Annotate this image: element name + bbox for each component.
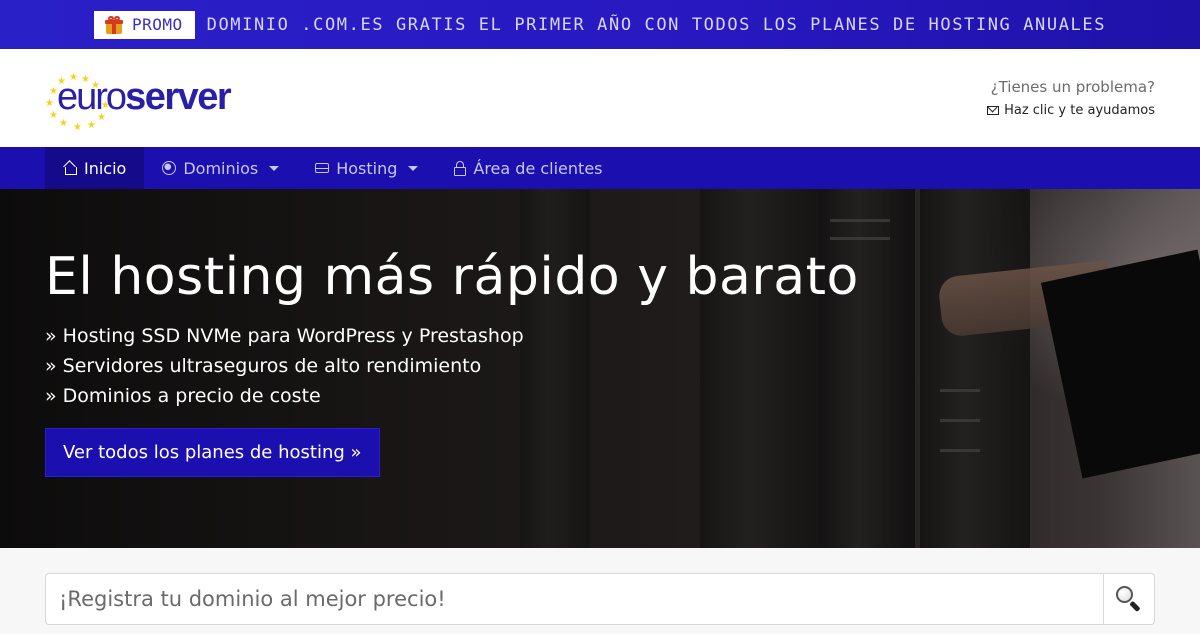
- caret-down-icon: [408, 165, 419, 171]
- logo-text-bold: server: [125, 76, 232, 118]
- hero-content: El hosting más rápido y barato » Hosting…: [45, 247, 859, 477]
- site-header: ★ ★ ★ ★ ★ ★ ★ ★ ★ ★ ★ ★ euroserver ¿Tien…: [0, 49, 1200, 147]
- caret-down-icon: [269, 165, 280, 171]
- nav-item-label: Dominios: [183, 158, 259, 178]
- hero-feature: » Hosting SSD NVMe para WordPress y Pres…: [45, 325, 524, 347]
- hero-feature: » Dominios a precio de coste: [45, 385, 321, 407]
- promo-bar[interactable]: PROMO DOMINIO .COM.ES GRATIS EL PRIMER A…: [0, 0, 1200, 49]
- domain-search-button[interactable]: [1103, 574, 1154, 624]
- domain-search-input[interactable]: [46, 574, 1103, 624]
- nav-item-inicio[interactable]: Inicio: [45, 147, 145, 189]
- hero-feature-list: » Hosting SSD NVMe para WordPress y Pres…: [45, 321, 859, 411]
- search-icon: [1116, 586, 1142, 613]
- help-title: ¿Tienes un problema?: [990, 77, 1155, 96]
- promo-badge: PROMO: [93, 10, 195, 39]
- promo-badge-label: PROMO: [131, 15, 183, 34]
- nav-item-area-clientes[interactable]: Área de clientes: [436, 147, 620, 189]
- logo-text-light: euro: [57, 76, 127, 118]
- hdd-icon: [315, 163, 330, 173]
- nav-item-label: Hosting: [336, 158, 398, 178]
- lock-icon: [454, 161, 467, 176]
- help-link[interactable]: Haz clic y te ayudamos: [987, 103, 1155, 118]
- nav-item-dominios[interactable]: Dominios: [144, 147, 297, 189]
- hero-banner: El hosting más rápido y barato » Hosting…: [0, 189, 1200, 548]
- nav-item-label: Área de clientes: [473, 158, 603, 178]
- help-box: ¿Tienes un problema? Haz clic y te ayuda…: [987, 78, 1155, 119]
- euroserver-logo[interactable]: ★ ★ ★ ★ ★ ★ ★ ★ ★ ★ ★ ★ euroserver: [45, 68, 275, 133]
- globe-icon: [162, 161, 177, 175]
- home-icon: [63, 161, 77, 175]
- main-navbar: Inicio Dominios Hosting Área de clientes: [0, 147, 1200, 189]
- logo-wordmark: euroserver: [57, 76, 232, 119]
- domain-search-group: [45, 573, 1155, 625]
- help-link-label: Haz clic y te ayudamos: [1004, 102, 1155, 118]
- nav-item-label: Inicio: [84, 158, 127, 178]
- view-hosting-plans-button[interactable]: Ver todos los planes de hosting »: [45, 428, 380, 477]
- gift-icon: [104, 15, 124, 35]
- promo-text[interactable]: DOMINIO .COM.ES GRATIS EL PRIMER AÑO CON…: [207, 15, 1106, 35]
- hero-feature: » Servidores ultraseguros de alto rendim…: [45, 355, 482, 377]
- nav-item-hosting[interactable]: Hosting: [297, 147, 436, 189]
- domain-search-section: [0, 548, 1200, 634]
- hero-title: El hosting más rápido y barato: [45, 247, 859, 307]
- envelope-icon: [987, 105, 1000, 115]
